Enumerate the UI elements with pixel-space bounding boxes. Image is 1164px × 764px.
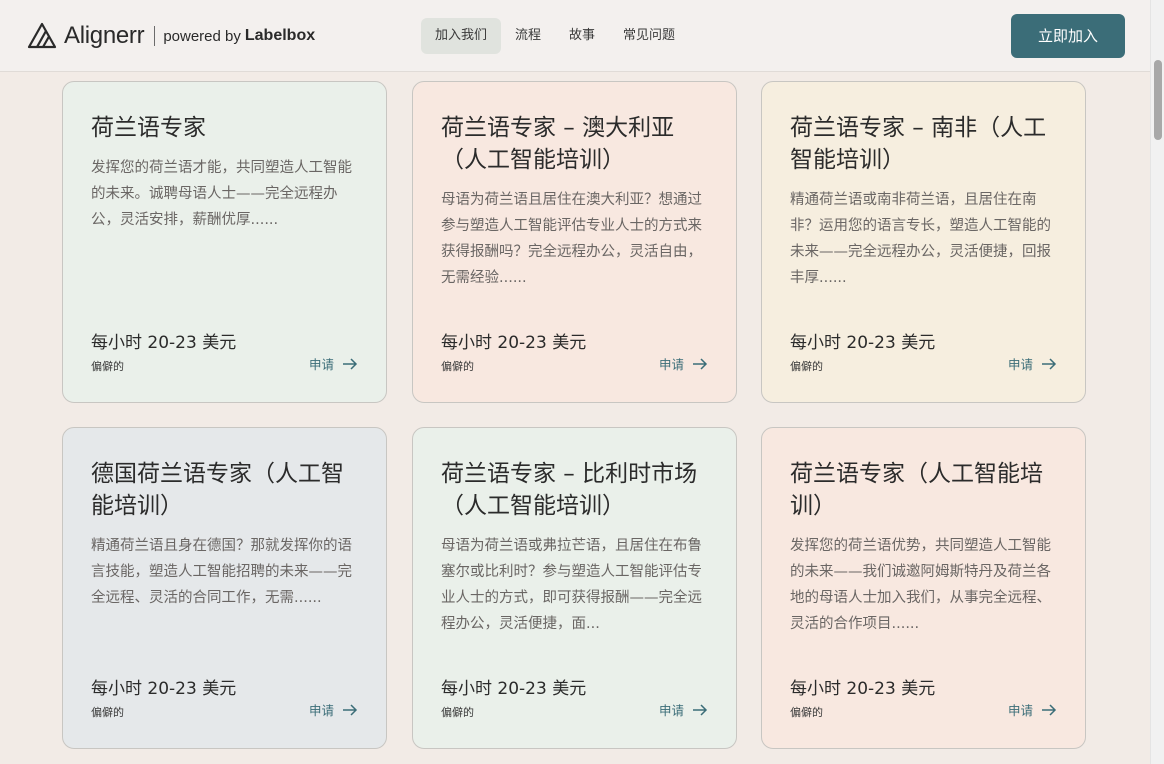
apply-link[interactable]: 申请 — [1008, 700, 1057, 719]
job-description: 母语为荷兰语且居住在澳大利亚？想通过参与塑造人工智能评估专业人士的方式来获得报酬… — [441, 192, 702, 286]
apply-link[interactable]: 申请 — [659, 354, 708, 373]
job-description: 精通荷兰语或南非荷兰语，且居住在南非？运用您的语言专长，塑造人工智能的未来——完… — [790, 192, 1051, 286]
job-pay: 每小时 20-23 美元 — [441, 333, 587, 353]
job-pay: 每小时 20-23 美元 — [91, 679, 237, 699]
job-description: 发挥您的荷兰语优势，共同塑造人工智能的未来——我们诚邀阿姆斯特丹及荷兰各地的母语… — [790, 538, 1051, 632]
job-title: 荷兰语专家 – 南非（人工智能培训） — [790, 115, 1047, 173]
job-card[interactable]: 德国荷兰语专家（人工智能培训） 精通荷兰语且身在德国？那就发挥你的语言技能，塑造… — [62, 427, 387, 749]
nav-faq[interactable]: 常见问题 — [609, 18, 689, 54]
arrow-right-icon — [343, 703, 358, 716]
arrow-right-icon — [1042, 357, 1057, 370]
apply-label: 申请 — [308, 703, 334, 718]
job-card[interactable]: 荷兰语专家 – 比利时市场（人工智能培训） 母语为荷兰语或弗拉芒语，且居住在布鲁… — [412, 427, 737, 749]
job-description: 发挥您的荷兰语才能，共同塑造人工智能的未来。诚聘母语人士——完全远程办公，灵活安… — [91, 160, 352, 228]
apply-label: 申请 — [658, 357, 684, 372]
arrow-right-icon — [693, 703, 708, 716]
job-title: 荷兰语专家 — [91, 115, 206, 141]
job-location-tag: 偏僻的 — [441, 706, 474, 719]
job-description: 母语为荷兰语或弗拉芒语，且居住在布鲁塞尔或比利时？参与塑造人工智能评估专业人士的… — [441, 538, 702, 632]
apply-link[interactable]: 申请 — [309, 354, 358, 373]
job-card[interactable]: 荷兰语专家 发挥您的荷兰语才能，共同塑造人工智能的未来。诚聘母语人士——完全远程… — [62, 81, 387, 403]
logo-divider — [154, 26, 156, 46]
job-location-tag: 偏僻的 — [790, 706, 823, 719]
job-card[interactable]: 荷兰语专家 – 南非（人工智能培训） 精通荷兰语或南非荷兰语，且居住在南非？运用… — [761, 81, 1086, 403]
powered-by-text: powered by — [163, 27, 241, 45]
logo[interactable]: Alignerr powered by Labelbox — [27, 20, 315, 52]
alignerr-logo-icon — [27, 22, 57, 49]
job-card[interactable]: 荷兰语专家（人工智能培训） 发挥您的荷兰语优势，共同塑造人工智能的未来——我们诚… — [761, 427, 1086, 749]
labelbox-brand: Labelbox — [244, 27, 316, 44]
job-location-tag: 偏僻的 — [441, 360, 474, 373]
job-title: 荷兰语专家（人工智能培训） — [790, 461, 1043, 519]
apply-label: 申请 — [658, 703, 684, 718]
job-pay: 每小时 20-23 美元 — [790, 333, 936, 353]
job-pay: 每小时 20-23 美元 — [441, 679, 587, 699]
apply-link[interactable]: 申请 — [659, 700, 708, 719]
nav-process[interactable]: 流程 — [501, 18, 555, 54]
nav-join-us[interactable]: 加入我们 — [421, 18, 502, 54]
apply-label: 申请 — [308, 357, 334, 372]
arrow-right-icon — [343, 357, 358, 370]
arrow-right-icon — [1042, 703, 1057, 716]
main-nav: 加入我们 流程 故事 常见问题 — [421, 18, 689, 54]
page-scrollbar[interactable] — [1150, 0, 1164, 764]
job-title: 荷兰语专家 – 比利时市场（人工智能培训） — [441, 461, 698, 519]
logo-text: Alignerr — [64, 22, 145, 49]
job-pay: 每小时 20-23 美元 — [91, 333, 237, 353]
job-card[interactable]: 荷兰语专家 – 澳大利亚（人工智能培训） 母语为荷兰语且居住在澳大利亚？想通过参… — [412, 81, 737, 403]
arrow-right-icon — [693, 357, 708, 370]
job-location-tag: 偏僻的 — [790, 360, 823, 373]
nav-stories[interactable]: 故事 — [555, 18, 609, 54]
job-location-tag: 偏僻的 — [91, 706, 124, 719]
job-location-tag: 偏僻的 — [91, 360, 124, 373]
apply-label: 申请 — [1007, 703, 1033, 718]
apply-link[interactable]: 申请 — [309, 700, 358, 719]
top-header: Alignerr powered by Labelbox 加入我们 流程 故事 … — [0, 0, 1150, 72]
job-title: 德国荷兰语专家（人工智能培训） — [91, 461, 344, 519]
job-pay: 每小时 20-23 美元 — [790, 679, 936, 699]
apply-link[interactable]: 申请 — [1008, 354, 1057, 373]
scrollbar-thumb[interactable] — [1154, 60, 1162, 140]
apply-label: 申请 — [1007, 357, 1033, 372]
job-description: 精通荷兰语且身在德国？那就发挥你的语言技能，塑造人工智能招聘的未来——完全远程、… — [91, 538, 352, 606]
job-title: 荷兰语专家 – 澳大利亚（人工智能培训） — [441, 115, 675, 173]
join-now-button[interactable]: 立即加入 — [1011, 14, 1125, 58]
